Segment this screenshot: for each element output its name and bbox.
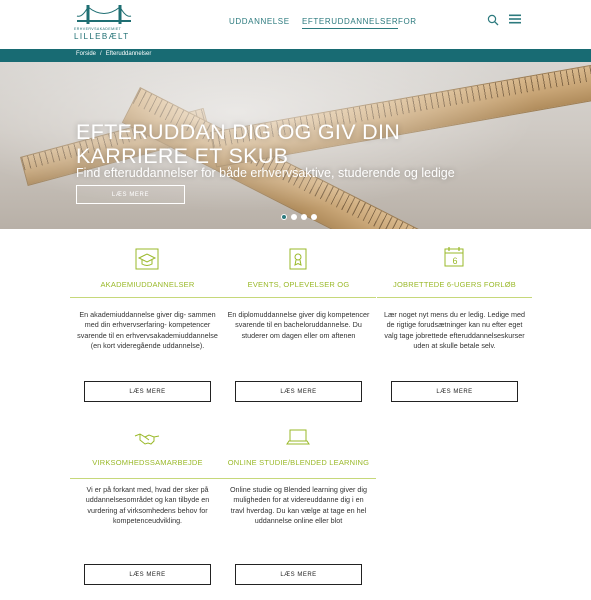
logo-small-text: ERHVERVSAKADEMIET [74, 27, 122, 31]
nav-uddannelse[interactable]: UDDANNELSE [229, 17, 290, 26]
calendar-icon-label: 6 [452, 256, 457, 266]
logo-big-text: LILLEBÆLT [74, 32, 130, 41]
certificate-icon [289, 248, 307, 270]
breadcrumb-separator: / [100, 51, 102, 57]
card-read-more-button[interactable]: LÆS MERE [84, 564, 211, 585]
card-divider [221, 478, 376, 479]
carousel-dot-1[interactable] [281, 214, 287, 220]
card-divider [70, 478, 225, 479]
card-text: En akademiuddannelse giver dig- sammen m… [77, 310, 218, 350]
logo[interactable]: ERHVERVSAKADEMIET LILLEBÆLT [74, 4, 134, 42]
card-read-more-button[interactable]: LÆS MERE [235, 564, 362, 585]
hero-title: EFTERUDDAN DIG OG GIV DIN KARRIERE ET SK… [76, 120, 401, 168]
card-title: VIRKSOMHEDSSAMARBEJDE [92, 458, 203, 467]
card-text: Vi er på forkant med, hvad der sker på u… [85, 485, 210, 525]
card-divider [70, 297, 225, 298]
card-title: JOBRETTEDE 6-UGERS FORLØB [393, 280, 516, 289]
breadcrumb: Forside / Efteruddannelser [76, 51, 151, 57]
nav-for[interactable]: FOR [398, 17, 417, 26]
graduation-cap-icon [135, 248, 159, 270]
laptop-icon [286, 429, 310, 445]
hero-read-more-button[interactable]: LÆS MERE [76, 185, 185, 204]
handshake-icon [134, 433, 160, 445]
card-read-more-button[interactable]: LÆS MERE [235, 381, 362, 402]
card-divider [221, 297, 376, 298]
card-title: AKADEMIUDDANNELSER [100, 280, 195, 289]
card-text: En diplomuddannelse giver dig kompetence… [227, 310, 370, 340]
carousel-dot-4[interactable] [311, 214, 317, 220]
search-icon[interactable] [487, 14, 499, 26]
breadcrumb-current: Efteruddannelser [105, 51, 152, 57]
card-akademiuddannelser: AKADEMIUDDANNELSER En akademiuddannelse … [70, 244, 225, 410]
bridge-logo-icon [76, 5, 132, 24]
card-text: Online studie og Blended learning giver … [229, 485, 368, 525]
hero-subtitle: Find efteruddannelser for både erhvervsa… [76, 166, 455, 180]
card-text: Lær noget nyt mens du er ledig. Ledige m… [383, 310, 526, 350]
card-title: EVENTS, OPLEVELSER OG [247, 280, 350, 289]
card-jobrettede: 6 JOBRETTEDE 6-UGERS FORLØB Lær noget ny… [377, 244, 532, 410]
calendar-icon: 6 [444, 247, 464, 267]
card-title: ONLINE STUDIE/BLENDED LEARNING [227, 458, 370, 467]
carousel-dot-2[interactable] [291, 214, 297, 220]
card-read-more-button[interactable]: LÆS MERE [84, 381, 211, 402]
card-online-studie: ONLINE STUDIE/BLENDED LEARNING Online st… [221, 425, 376, 591]
card-read-more-button[interactable]: LÆS MERE [391, 381, 518, 402]
card-events: EVENTS, OPLEVELSER OG En diplomuddannels… [221, 244, 376, 410]
breadcrumb-bar: Forside / Efteruddannelser [0, 49, 591, 62]
nav-efteruddannelser[interactable]: EFTERUDDANNELSER [302, 17, 399, 29]
site-header: ERHVERVSAKADEMIET LILLEBÆLT UDDANNELSE E… [0, 0, 591, 48]
card-divider [377, 297, 532, 298]
menu-icon[interactable] [509, 14, 521, 24]
carousel-dot-3[interactable] [301, 214, 307, 220]
breadcrumb-home[interactable]: Forside [76, 51, 96, 57]
card-virksomhedssamarbejde: VIRKSOMHEDSSAMARBEJDE Vi er på forkant m… [70, 425, 225, 591]
